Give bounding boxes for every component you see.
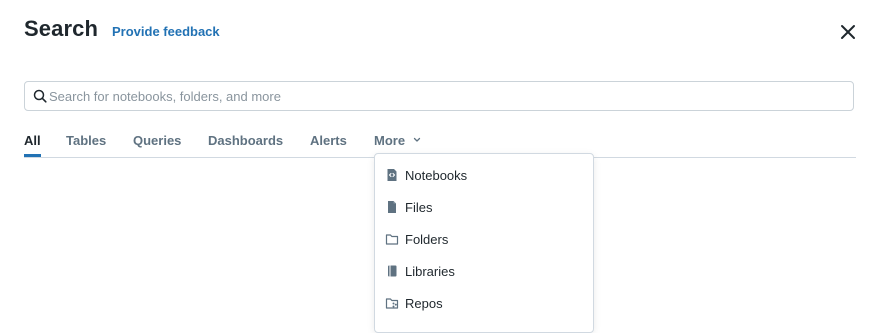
search-input[interactable] xyxy=(49,82,839,110)
tab-label: Dashboards xyxy=(208,133,284,148)
provide-feedback-link[interactable]: Provide feedback xyxy=(112,24,220,39)
close-icon[interactable] xyxy=(836,20,860,44)
menu-item-repos[interactable]: Repos xyxy=(375,287,593,319)
dialog-title: Search xyxy=(24,16,98,41)
tab-dashboards[interactable]: Dashboards xyxy=(208,132,283,156)
tab-queries[interactable]: Queries xyxy=(133,132,181,156)
folder-icon xyxy=(385,234,399,245)
menu-item-label: Notebooks xyxy=(405,167,468,183)
menu-item-folders[interactable]: Folders xyxy=(375,223,593,255)
tab-tables[interactable]: Tables xyxy=(66,132,106,156)
menu-item-files[interactable]: Files xyxy=(375,191,593,223)
notebook-icon xyxy=(387,169,397,181)
file-icon xyxy=(388,201,396,213)
dialog-header: Search Provide feedback xyxy=(24,16,220,42)
repo-icon xyxy=(385,298,399,309)
menu-item-label: Files xyxy=(405,199,433,215)
more-dropdown-menu: Notebooks Files Folders Libraries Repos xyxy=(374,153,594,333)
search-icon xyxy=(33,89,47,103)
search-field[interactable] xyxy=(24,81,854,111)
menu-item-label: Libraries xyxy=(405,263,455,279)
library-icon xyxy=(388,265,397,277)
tab-label: Tables xyxy=(66,133,107,148)
chevron-down-icon xyxy=(413,137,420,142)
tab-label: More xyxy=(374,133,406,148)
tab-all[interactable]: All xyxy=(24,132,41,157)
menu-item-libraries[interactable]: Libraries xyxy=(375,255,593,287)
menu-item-label: Folders xyxy=(405,231,449,247)
tab-alerts[interactable]: Alerts xyxy=(310,132,347,156)
menu-item-label: Repos xyxy=(405,295,443,311)
tab-label: Alerts xyxy=(310,133,347,148)
tab-label: Queries xyxy=(133,133,182,148)
menu-item-notebooks[interactable]: Notebooks xyxy=(375,159,593,191)
tab-label: All xyxy=(24,133,41,148)
